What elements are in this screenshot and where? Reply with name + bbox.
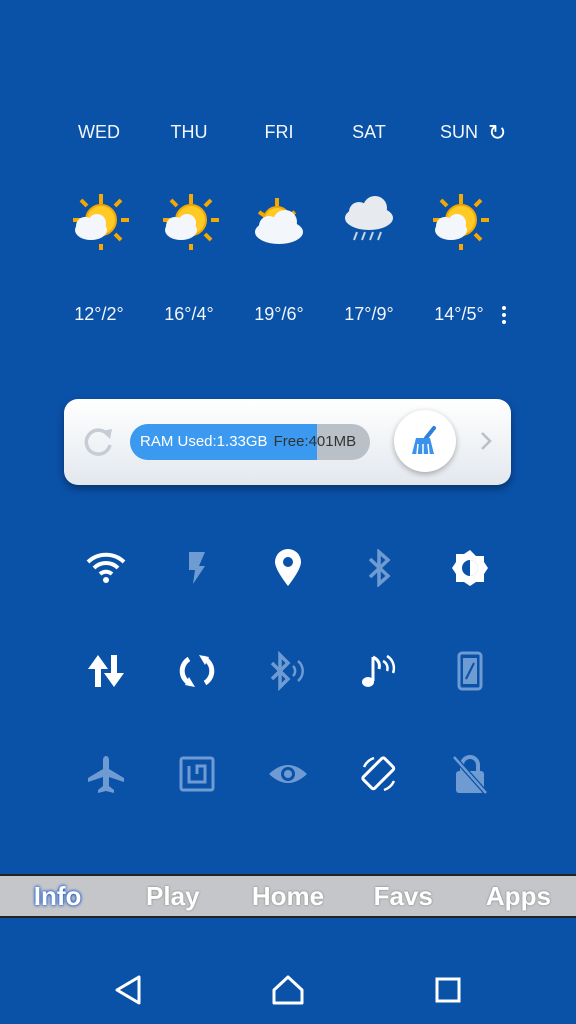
ram-used-label: RAM Used:1.33GB (140, 433, 268, 450)
bluetooth-audio-toggle[interactable] (243, 646, 334, 696)
system-nav-bar (0, 956, 576, 1024)
sync-toggle[interactable] (152, 646, 243, 696)
airplane-icon (88, 756, 125, 793)
day-label: SAT (352, 122, 386, 142)
brightness-toggle[interactable] (424, 543, 515, 593)
airplane-toggle[interactable] (61, 749, 152, 799)
temp-label: 19°/6° (254, 304, 304, 324)
back-icon (115, 975, 141, 1005)
tab-favs[interactable]: Favs (346, 881, 461, 912)
flashlight-toggle[interactable] (152, 543, 243, 593)
lock-off-icon (451, 755, 488, 795)
bluetooth-toggle[interactable] (333, 543, 424, 593)
back-button[interactable] (108, 970, 148, 1010)
lock-off-toggle[interactable] (424, 749, 515, 799)
data-toggle[interactable] (61, 646, 152, 696)
sync-icon (179, 655, 215, 687)
audio-toggle[interactable] (333, 646, 424, 696)
rain-cloud-icon (324, 190, 414, 254)
brightness-icon (451, 550, 488, 586)
rotate-icon (361, 756, 396, 792)
nfc-icon (179, 756, 215, 792)
temp-label: 12°/2° (74, 304, 124, 324)
day-label: FRI (264, 122, 294, 142)
screen-icon (457, 651, 483, 691)
location-icon (274, 549, 301, 586)
broom-icon (412, 426, 436, 455)
ram-free-label: Free:401MB (273, 433, 357, 450)
weather-days-row: WED THU FRI SAT SUN (54, 122, 504, 143)
ram-refresh-icon[interactable] (80, 423, 116, 464)
sun-cloud-icon (414, 190, 504, 254)
weather-refresh-icon[interactable]: ↻ (488, 120, 506, 146)
bluetooth-audio-icon (270, 651, 304, 691)
chevron-right-icon[interactable] (478, 427, 494, 460)
ram-usage-bar: RAM Used:1.33GB Free:401MB (130, 424, 370, 460)
recents-button[interactable] (428, 970, 468, 1010)
weather-icons-row (54, 190, 504, 254)
toggle-row-2 (61, 646, 515, 696)
rotate-toggle[interactable] (333, 749, 424, 799)
location-toggle[interactable] (243, 543, 334, 593)
home-button[interactable] (268, 970, 308, 1010)
sun-cloud-icon (144, 190, 234, 254)
clean-memory-button[interactable] (394, 410, 456, 472)
temp-label: 16°/4° (164, 304, 214, 324)
wifi-icon (87, 552, 126, 583)
data-icon (88, 655, 125, 687)
wifi-toggle[interactable] (61, 543, 152, 593)
more-options-icon[interactable] (500, 306, 508, 327)
bluetooth-icon (368, 549, 391, 587)
tab-play[interactable]: Play (115, 881, 230, 912)
ram-usage-text: RAM Used:1.33GB Free:401MB (140, 433, 356, 450)
weather-temps-row: 12°/2° 16°/4° 19°/6° 17°/9° 14°/5° (54, 304, 504, 325)
recents-icon (435, 977, 461, 1003)
day-label: THU (170, 122, 208, 142)
nfc-toggle[interactable] (152, 749, 243, 799)
sun-cloud-icon (234, 190, 324, 254)
screen-toggle[interactable] (424, 646, 515, 696)
flashlight-icon (189, 552, 206, 584)
tab-home[interactable]: Home (230, 881, 345, 912)
toggle-row-1 (61, 543, 515, 593)
eye-toggle[interactable] (243, 749, 334, 799)
tab-info[interactable]: Info (0, 881, 115, 912)
eye-icon (268, 765, 307, 783)
day-label: WED (78, 122, 120, 142)
toggle-row-3 (61, 749, 515, 799)
temp-label: 17°/9° (344, 304, 394, 324)
temp-label: 14°/5° (434, 304, 484, 324)
tab-apps[interactable]: Apps (461, 881, 576, 912)
sun-cloud-icon (54, 190, 144, 254)
tab-bar: Info Play Home Favs Apps (0, 874, 576, 918)
ram-widget: RAM Used:1.33GB Free:401MB (64, 399, 511, 485)
audio-icon (361, 654, 395, 687)
home-icon (272, 975, 304, 1005)
